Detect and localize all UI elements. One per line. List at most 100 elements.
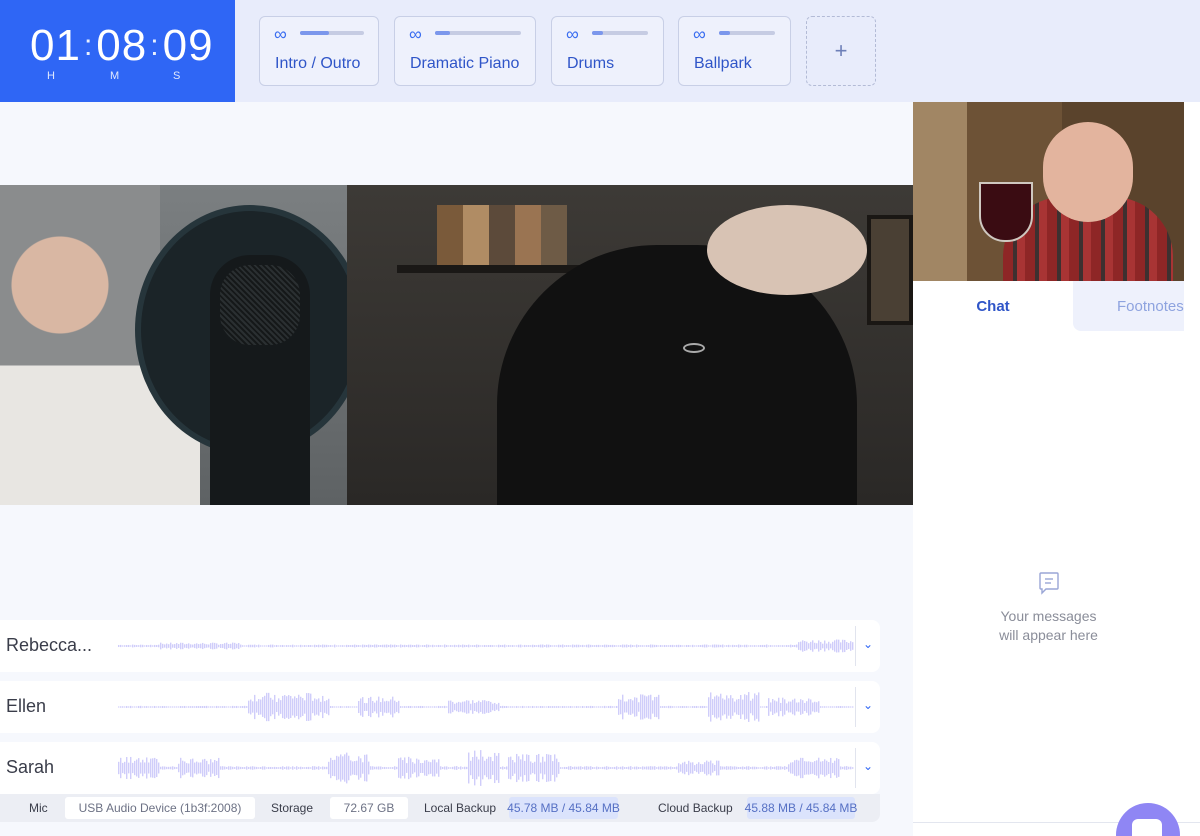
sound-card-ballpark[interactable]: ∞ Ballpark <box>678 16 791 86</box>
mic-device-select[interactable]: USB Audio Device (1b3f:2008) <box>65 797 255 819</box>
waveform-bar <box>526 706 528 708</box>
waveform-bar <box>746 695 748 719</box>
waveform-bar <box>508 706 510 708</box>
waveform-bar <box>128 644 130 648</box>
waveform-bar <box>142 759 144 777</box>
waveform-bar <box>628 766 630 770</box>
waveform-bar <box>250 766 252 770</box>
waveform-bar <box>298 694 300 720</box>
waveform-bar <box>354 761 356 775</box>
waveform-bar <box>528 645 530 647</box>
waveform-bar <box>622 766 624 770</box>
waveform-bar <box>638 645 640 647</box>
waveform-bar <box>376 644 378 648</box>
waveform-bar <box>802 700 804 714</box>
waveform-bar <box>436 706 438 708</box>
waveform-bar <box>750 767 752 769</box>
infinity-loop-icon[interactable]: ∞ <box>409 25 422 43</box>
waveform-bar <box>710 645 712 647</box>
chat-bubble-icon <box>1132 819 1162 836</box>
waveform-bar <box>454 644 456 648</box>
waveform-bar <box>310 693 312 721</box>
waveform-bar <box>550 645 552 647</box>
waveform-bar <box>302 698 304 716</box>
waveform-bar <box>808 698 810 716</box>
waveform-bar <box>164 766 166 770</box>
waveform-bar <box>160 766 162 770</box>
waveform-bar <box>288 645 290 647</box>
waveform-bar <box>642 694 644 720</box>
waveform-bar <box>544 645 546 647</box>
waveform-bar <box>278 698 280 716</box>
waveform-bar <box>420 645 422 647</box>
tab-footnotes[interactable]: Footnotes <box>1073 281 1184 331</box>
waveform-bar <box>410 705 412 709</box>
sound-progress-fill <box>592 31 604 35</box>
waveform-bar <box>248 700 250 714</box>
chevron-down-icon[interactable]: ⌄ <box>863 759 873 773</box>
infinity-loop-icon[interactable]: ∞ <box>566 25 579 43</box>
waveform-bar <box>518 756 520 780</box>
waveform-bar <box>814 701 816 713</box>
waveform-bar <box>494 752 496 784</box>
waveform-bar <box>566 706 568 708</box>
waveform-bar <box>468 644 470 648</box>
waveform-bar <box>420 763 422 773</box>
sound-card-drums[interactable]: ∞ Drums <box>551 16 664 86</box>
waveform-bar <box>792 699 794 715</box>
waveform-bar <box>582 706 584 708</box>
waveform-bar <box>826 706 828 708</box>
waveform-bar <box>828 641 830 651</box>
waveform-bar <box>564 706 566 708</box>
waveform-bar <box>574 766 576 770</box>
sound-card-dramatic-piano[interactable]: ∞ Dramatic Piano <box>394 16 536 86</box>
waveform-bar <box>514 645 516 647</box>
waveform-bar <box>220 706 222 708</box>
track-row[interactable]: Ellen ⌄ <box>0 681 880 733</box>
track-name: Sarah <box>6 757 55 777</box>
waveform-bar <box>836 706 838 708</box>
waveform-bar <box>828 762 830 774</box>
picture-frame-shape <box>867 215 913 325</box>
mic-label: Mic <box>29 801 48 815</box>
waveform-bar <box>488 701 490 713</box>
participant-video-1[interactable] <box>0 185 347 505</box>
waveform-bar <box>238 643 240 649</box>
self-video-preview[interactable] <box>913 102 1184 281</box>
add-sound-button[interactable]: + <box>806 16 876 86</box>
waveform-bar <box>818 640 820 652</box>
chevron-down-icon[interactable]: ⌄ <box>863 698 873 712</box>
waveform-bar <box>262 766 264 770</box>
waveform-bar <box>280 766 282 770</box>
track-row[interactable]: Rebecca... ⌄ <box>0 620 880 672</box>
waveform-bar <box>466 645 468 647</box>
sound-card-intro-outro[interactable]: ∞ Intro / Outro <box>259 16 379 86</box>
waveform-bar <box>210 706 212 708</box>
waveform-bar <box>168 644 170 648</box>
infinity-loop-icon[interactable]: ∞ <box>274 25 287 43</box>
waveform-bar <box>264 766 266 770</box>
chevron-down-icon[interactable]: ⌄ <box>863 637 873 651</box>
waveform-bar <box>300 766 302 770</box>
waveform-bar <box>298 767 300 769</box>
waveform-bar <box>434 706 436 708</box>
waveform-bar <box>588 706 590 708</box>
waveform-bar <box>124 706 126 708</box>
waveform-bar <box>370 644 372 648</box>
infinity-loop-icon[interactable]: ∞ <box>693 25 706 43</box>
waveform-bar <box>166 766 168 770</box>
participant-video-2[interactable] <box>347 185 913 505</box>
waveform-bar <box>204 643 206 649</box>
waveform-bar <box>378 645 380 647</box>
waveform-bar <box>134 644 136 648</box>
track-row[interactable]: Sarah ⌄ <box>0 742 880 794</box>
waveform-bar <box>668 645 670 647</box>
waveform-bar <box>244 767 246 769</box>
waveform-bar <box>618 699 620 715</box>
waveform-bar <box>568 645 570 647</box>
waveform-bar <box>256 766 258 770</box>
waveform-bar <box>466 700 468 714</box>
tab-chat[interactable]: Chat <box>913 281 1073 331</box>
wine-glass-shape <box>979 182 1033 242</box>
waveform-bar <box>458 767 460 769</box>
